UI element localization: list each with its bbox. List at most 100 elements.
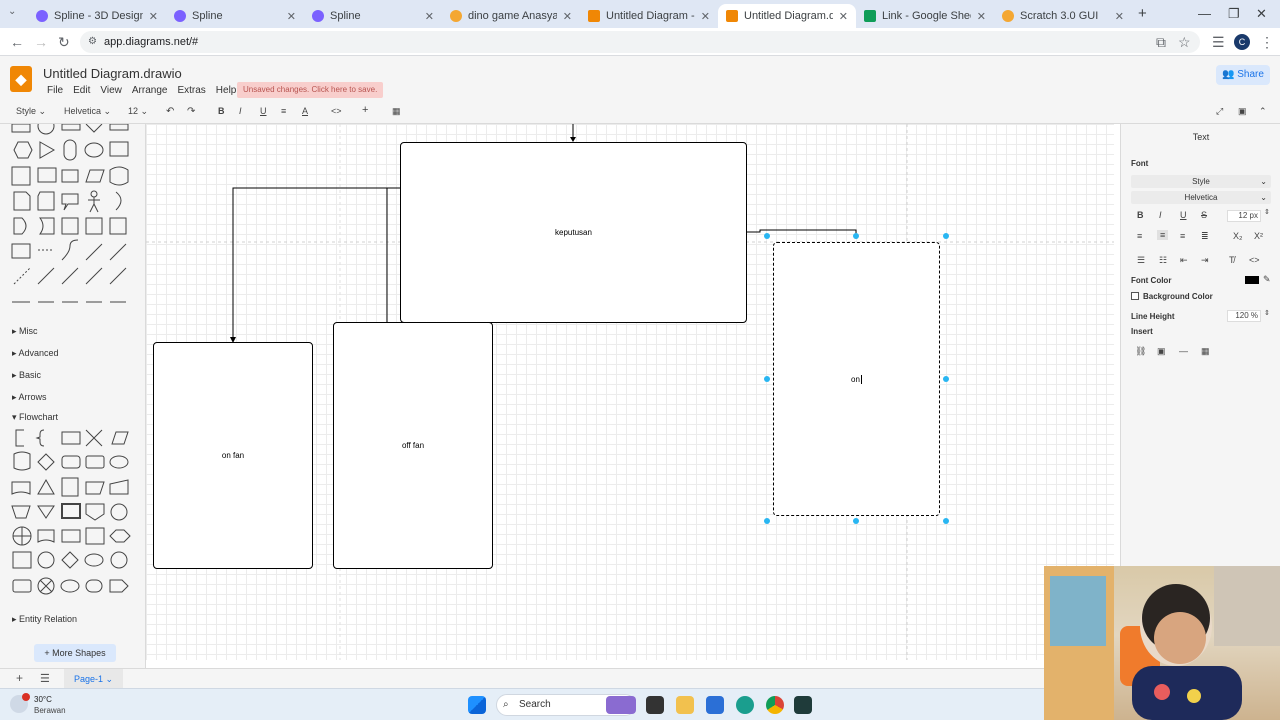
flowchart-shape-row[interactable] <box>12 551 128 569</box>
flowchart-shape-row[interactable] <box>11 477 129 497</box>
resize-handle-nw[interactable] <box>764 233 770 239</box>
bold-icon[interactable]: B <box>218 106 225 116</box>
clear-format-icon[interactable]: T̸ <box>1229 255 1235 265</box>
color-picker-icon[interactable]: ✎ <box>1263 274 1271 285</box>
resize-handle-ne[interactable] <box>943 233 949 239</box>
format-panel-toggle-icon[interactable]: ▣ <box>1238 106 1247 117</box>
install-app-icon[interactable]: ⧉ <box>1156 34 1166 51</box>
redo-icon[interactable]: ↷ <box>187 106 195 117</box>
browser-tab-8[interactable]: Scratch 3.0 GUI ✕ <box>994 4 1132 28</box>
flowchart-shape-row[interactable] <box>12 526 131 546</box>
diagram-canvas[interactable]: keputusan on fan off fan on <box>146 124 1114 660</box>
table-icon[interactable]: ▦ <box>392 106 401 117</box>
node-off-fan[interactable]: off fan <box>333 322 493 569</box>
close-icon[interactable]: ✕ <box>425 10 434 23</box>
shape-thumbnail-row[interactable] <box>11 239 127 261</box>
align-center-icon[interactable]: ≡ <box>1157 230 1169 240</box>
subscript-icon[interactable]: X₂ <box>1233 231 1243 241</box>
menu-help[interactable]: Help <box>216 85 237 96</box>
insert-icon[interactable]: + <box>362 104 368 116</box>
profile-avatar[interactable]: C <box>1234 34 1250 50</box>
node-keputusan[interactable]: keputusan <box>400 142 747 323</box>
page-tab[interactable]: Page-1 ⌄ <box>64 669 124 689</box>
browser-tab-1[interactable]: Spline - 3D Design tool in✕ <box>28 4 166 28</box>
weather-temperature[interactable]: 30°C <box>34 695 52 704</box>
browser-tab-2[interactable]: Spline ✕ <box>166 4 304 28</box>
superscript-icon[interactable]: X² <box>1254 231 1263 241</box>
fullscreen-icon[interactable]: ⤢ <box>1216 106 1223 117</box>
section-misc[interactable]: ▸ Misc <box>12 326 38 337</box>
flowchart-shape-row[interactable] <box>15 429 129 447</box>
browser-tab-7[interactable]: Link - Google Sheets✕ <box>856 4 994 28</box>
close-icon[interactable]: ✕ <box>701 10 710 23</box>
shape-thumbnail-row[interactable] <box>13 190 122 213</box>
obs-icon[interactable] <box>794 696 812 714</box>
resize-handle-sw[interactable] <box>764 518 770 524</box>
flowchart-shape-row[interactable] <box>13 451 129 471</box>
close-icon[interactable]: ✕ <box>563 10 572 23</box>
close-icon[interactable]: ✕ <box>1115 10 1124 23</box>
restore-icon[interactable]: ❐ <box>1228 6 1240 22</box>
shape-thumbnail-row[interactable] <box>13 267 127 285</box>
close-icon[interactable]: ✕ <box>287 10 296 23</box>
checkbox-icon[interactable] <box>1131 292 1139 300</box>
new-tab-button[interactable]: + <box>1138 5 1147 22</box>
resize-handle-se[interactable] <box>943 518 949 524</box>
resize-handle-s[interactable] <box>853 518 859 524</box>
numbered-list-icon[interactable]: ☰ <box>1137 255 1145 266</box>
edge-keputusan-to-on[interactable] <box>746 229 857 239</box>
edge-keputusan-to-on-fan[interactable] <box>232 187 400 338</box>
browser-tab-5[interactable]: Untitled Diagram - drawi✕ <box>580 4 718 28</box>
edge-keputusan-to-off-fan[interactable] <box>386 187 400 322</box>
insert-hr-icon[interactable]: — <box>1179 346 1188 356</box>
style-select[interactable]: Style ⌄ <box>1131 175 1271 188</box>
section-flowchart[interactable]: ▾ Flowchart <box>12 412 58 423</box>
windows-start-icon[interactable] <box>468 696 486 714</box>
bold-icon[interactable]: B <box>1137 210 1144 220</box>
unsaved-changes-notice[interactable]: Unsaved changes. Click here to save. <box>237 82 384 98</box>
section-arrows[interactable]: ▸ Arrows <box>12 392 47 403</box>
tab-text[interactable]: Text <box>1121 132 1280 142</box>
section-entity-relation[interactable]: ▸ Entity Relation <box>12 614 77 625</box>
reload-icon[interactable]: ↻ <box>58 34 70 51</box>
share-button[interactable]: 👥 Share <box>1216 65 1270 85</box>
flowchart-shape-row[interactable] <box>12 577 129 595</box>
url-input[interactable]: ⚙ app.diagrams.net/# <box>80 31 1200 53</box>
reading-list-icon[interactable]: ☰ <box>1212 34 1225 51</box>
html-icon[interactable]: <> <box>1249 255 1260 265</box>
insert-image-icon[interactable]: ▣ <box>1157 346 1166 357</box>
document-title[interactable]: Untitled Diagram.drawio <box>43 66 182 81</box>
italic-icon[interactable]: I <box>1159 210 1162 220</box>
menu-extras[interactable]: Extras <box>177 85 205 96</box>
more-shapes-button[interactable]: + More Shapes <box>34 644 116 662</box>
edge-icon[interactable] <box>736 696 754 714</box>
browser-tab-6-active[interactable]: Untitled Diagram.drawio✕ <box>718 4 856 28</box>
font-family-select[interactable]: Helvetica ⌄ <box>1131 191 1271 204</box>
task-view-icon[interactable] <box>646 696 664 714</box>
outdent-icon[interactable]: ⇤ <box>1180 255 1188 266</box>
file-explorer-icon[interactable] <box>676 696 694 714</box>
window-close-icon[interactable]: ✕ <box>1256 6 1267 22</box>
pages-menu-icon[interactable]: ☰ <box>40 672 50 685</box>
indent-icon[interactable]: ⇥ <box>1201 255 1209 266</box>
justify-icon[interactable]: ≣ <box>1201 231 1209 242</box>
weather-description[interactable]: Berawan <box>34 706 66 715</box>
add-page-icon[interactable]: + <box>16 671 23 685</box>
minimize-icon[interactable]: — <box>1198 6 1211 21</box>
close-icon[interactable]: ✕ <box>839 10 848 23</box>
bullet-list-icon[interactable]: ☷ <box>1159 255 1167 266</box>
menu-edit[interactable]: Edit <box>73 85 90 96</box>
menu-file[interactable]: File <box>47 85 63 96</box>
chrome-icon[interactable] <box>766 696 784 714</box>
font-dropdown[interactable]: Helvetica ⌄ <box>64 106 111 117</box>
insert-link-icon[interactable]: ⛓ <box>1135 346 1146 357</box>
bookmark-star-icon[interactable]: ☆ <box>1178 34 1191 51</box>
resize-handle-e[interactable] <box>943 376 949 382</box>
shape-thumbnail-row[interactable] <box>11 166 129 186</box>
underline-icon[interactable]: U <box>260 106 267 116</box>
background-color-option[interactable]: Background Color <box>1131 292 1213 301</box>
node-label[interactable]: on <box>851 375 860 384</box>
italic-icon[interactable]: I <box>239 106 242 116</box>
shape-thumbnail-row[interactable] <box>11 124 129 135</box>
line-height-input[interactable]: 120 % <box>1227 310 1261 322</box>
